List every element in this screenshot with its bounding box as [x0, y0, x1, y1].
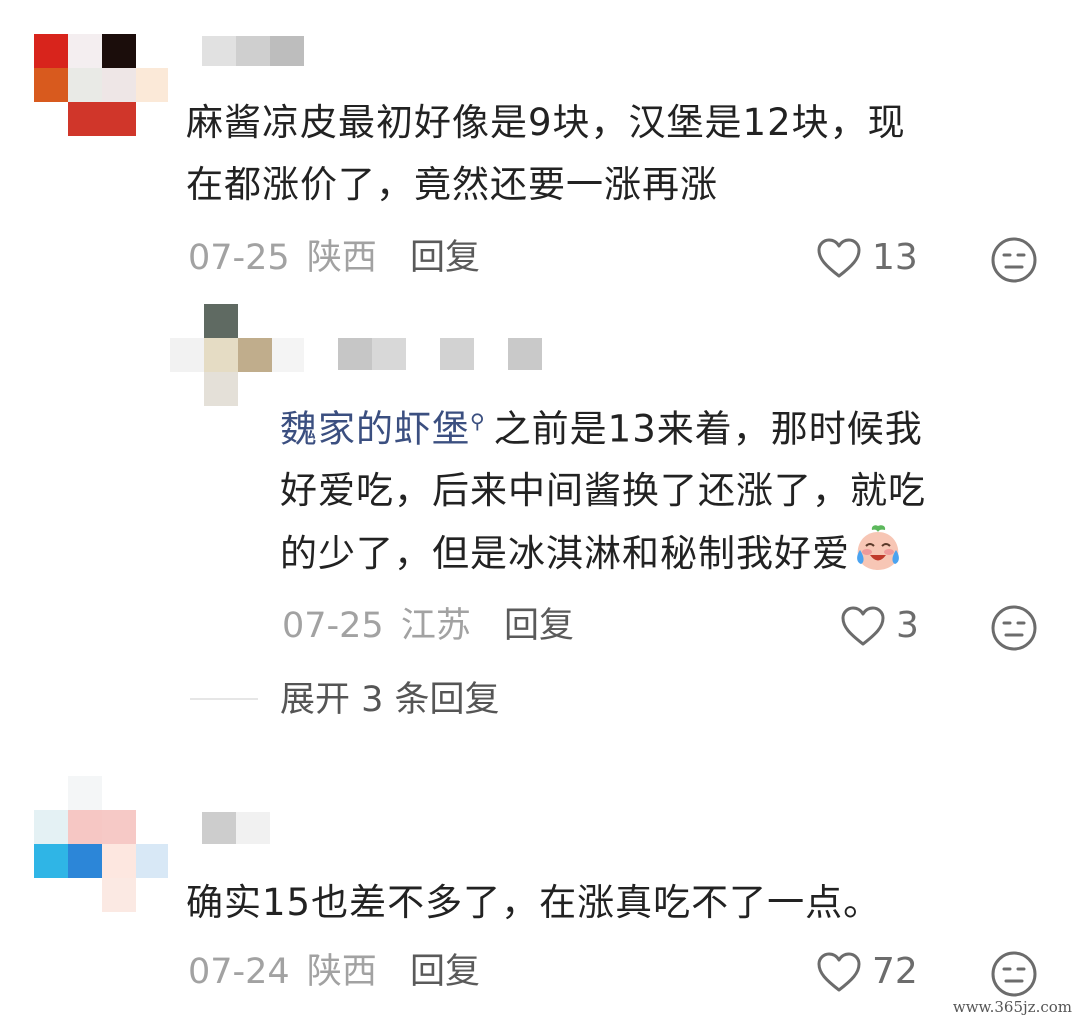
comment-text-line: 之前是13来着，那时候我 [493, 407, 923, 451]
like-button[interactable]: 72 [816, 950, 918, 994]
heart-outline-icon [817, 952, 861, 992]
like-button[interactable]: 13 [816, 236, 918, 280]
reply-button[interactable]: 回复 [504, 606, 574, 646]
comment-text-line: 确实15也差不多了，在涨真吃不了一点。 [186, 881, 882, 924]
comment-location: 江苏 [400, 606, 471, 646]
like-button[interactable]: 3 [840, 604, 919, 648]
comment-text-line: 在都涨价了，竟然还要一涨再涨 [186, 163, 718, 206]
mention-link[interactable]: 魏家的虾堡 [280, 407, 470, 450]
like-count: 72 [872, 951, 918, 992]
username-blurred[interactable] [202, 36, 304, 66]
neutral-face-icon[interactable] [990, 950, 1038, 998]
like-count: 3 [896, 605, 919, 646]
comment-date: 07-25 [188, 238, 290, 278]
comment-text: 确实15也差不多了，在涨真吃不了一点。 [186, 872, 1046, 934]
comment-text-line: 的少了，但是冰淇淋和秘制我好爱 [280, 532, 850, 576]
like-count: 13 [872, 237, 918, 278]
reply-button[interactable]: 回复 [410, 238, 480, 278]
comment-date: 07-25 [282, 606, 384, 646]
heart-outline-icon [817, 238, 861, 278]
neutral-face-icon[interactable] [990, 604, 1038, 652]
comment-text: 麻酱凉皮最初好像是9块，汉堡是12块，现 在都涨价了，竟然还要一涨再涨 [186, 92, 1026, 216]
reply-button[interactable]: 回复 [410, 952, 480, 992]
neutral-face-icon[interactable] [990, 236, 1038, 284]
comment-location: 陕西 [306, 238, 377, 278]
watermark: www.365jz.com [952, 998, 1072, 1016]
comment-meta: 07-25 江苏 回复 [282, 604, 574, 648]
expand-replies-button[interactable]: 展开 3 条回复 [280, 678, 500, 722]
crying-laughing-peach-emoji [857, 525, 899, 571]
comment-location: 陕西 [306, 952, 377, 992]
avatar[interactable] [34, 776, 168, 912]
comment-meta: 07-25 陕西 回复 [188, 236, 480, 280]
expand-divider [190, 698, 258, 700]
username-blurred[interactable] [202, 812, 270, 844]
comment-text: 魏家的虾堡⚲ 之前是13来着，那时候我 好爱吃，后来中间酱换了还涨了，就吃 的少了… [280, 390, 1040, 585]
comment-text-line: 好爱吃，后来中间酱换了还涨了，就吃 [280, 469, 926, 513]
username-blurred[interactable] [338, 338, 542, 370]
comment-text-line: 麻酱凉皮最初好像是9块，汉堡是12块，现 [186, 101, 906, 144]
avatar[interactable] [34, 34, 168, 136]
comment-date: 07-24 [188, 952, 290, 992]
heart-outline-icon [841, 606, 885, 646]
comment-meta: 07-24 陕西 回复 [188, 950, 480, 994]
search-icon[interactable]: ⚲ [470, 409, 486, 433]
